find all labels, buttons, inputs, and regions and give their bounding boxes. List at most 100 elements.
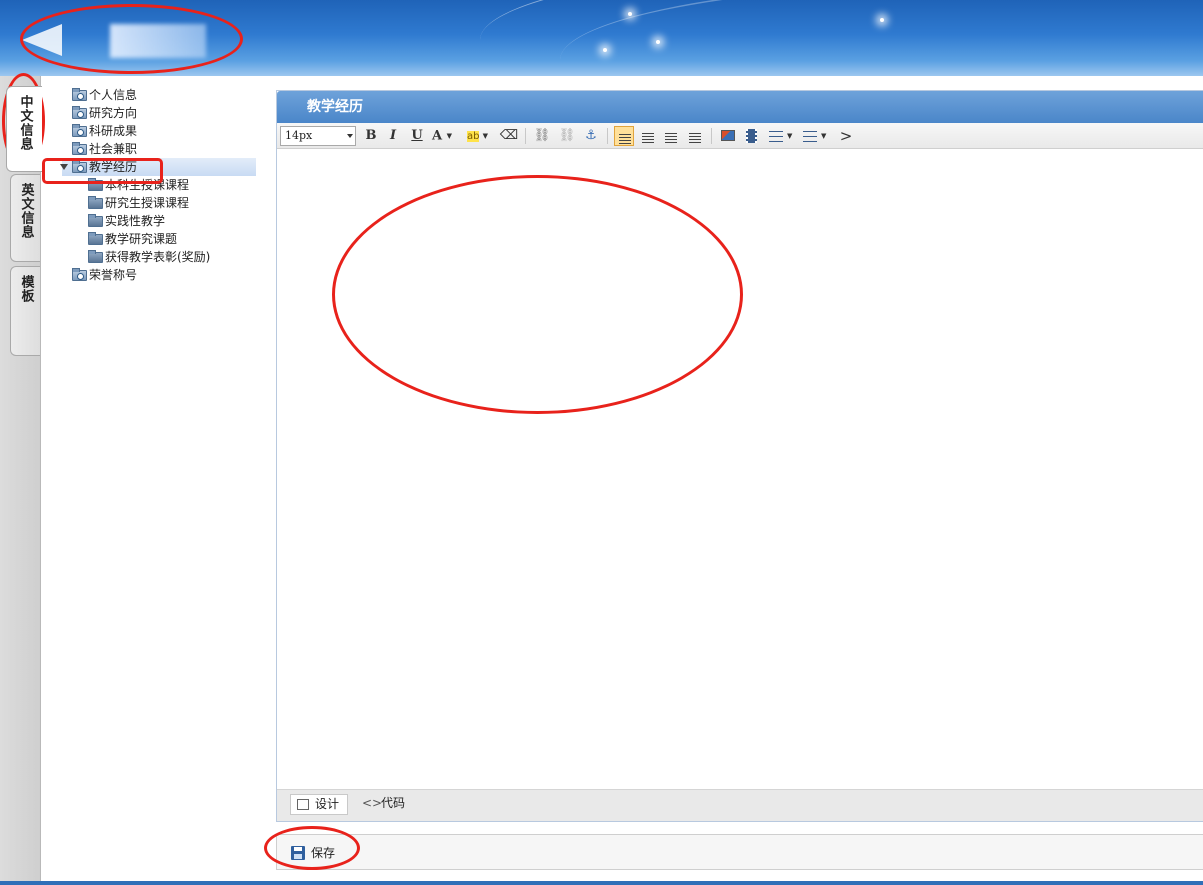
tree-item-label: 获得教学表彰(奖励) bbox=[105, 250, 211, 264]
editor-mode-bar: 设计 <> 代码 bbox=[277, 789, 1203, 821]
mode-label: 设计 bbox=[315, 797, 340, 811]
tree-item-selected[interactable]: 教学经历 bbox=[42, 158, 264, 176]
panel-title: 教学经历 bbox=[277, 91, 1203, 123]
tree-item[interactable]: 个人信息 bbox=[42, 86, 264, 104]
tab-label: 英文信息 bbox=[18, 183, 34, 239]
floppy-disk-icon bbox=[291, 846, 305, 860]
web-folder-icon bbox=[72, 160, 87, 173]
tree-subitem[interactable]: 研究生授课课程 bbox=[42, 194, 264, 212]
bottom-border bbox=[0, 881, 1203, 885]
link-icon[interactable]: ⛓ bbox=[532, 126, 552, 146]
code-icon: <> bbox=[362, 796, 383, 810]
tree-item-label: 本科生授课课程 bbox=[105, 178, 190, 192]
align-right-icon bbox=[665, 133, 677, 143]
tab-english-info[interactable]: 英文信息 bbox=[10, 174, 40, 262]
tree-item[interactable]: 荣誉称号 bbox=[42, 266, 264, 284]
web-folder-icon bbox=[72, 88, 87, 101]
design-icon bbox=[297, 799, 309, 810]
toolbar-divider bbox=[711, 128, 712, 144]
editor-toolbar: 14px B I U A ▼ ab ▼ ⌫ ⛓ ⛓ ⚓ ▼ ▼ > bbox=[277, 123, 1203, 149]
expand-arrow-icon[interactable] bbox=[60, 164, 68, 170]
rich-text-editor[interactable] bbox=[277, 149, 1203, 789]
navigation-tree: 个人信息 研究方向 科研成果 社会兼职 教学经历 本科生授课课程 研究生授课课程… bbox=[42, 86, 264, 284]
underline-button[interactable]: U bbox=[407, 126, 427, 146]
font-size-select[interactable]: 14px bbox=[280, 126, 356, 146]
align-center-icon bbox=[642, 133, 654, 143]
tree-item-label: 实践性教学 bbox=[105, 214, 166, 228]
banner-decoration bbox=[560, 0, 1203, 76]
tree-item-label: 个人信息 bbox=[89, 88, 138, 102]
justify-button[interactable] bbox=[685, 126, 705, 146]
tree-item-label: 教学经历 bbox=[89, 160, 138, 174]
vertical-tab-bar: 中文信息 英文信息 模板 bbox=[0, 76, 42, 885]
action-bar: 保存 bbox=[276, 834, 1203, 870]
bold-button[interactable]: B bbox=[361, 126, 381, 146]
banner-star bbox=[880, 18, 884, 22]
tree-item[interactable]: 科研成果 bbox=[42, 122, 264, 140]
ordered-list-button[interactable]: ▼ bbox=[767, 126, 795, 146]
tree-item-label: 荣誉称号 bbox=[89, 268, 138, 282]
tree-item-label: 研究生授课课程 bbox=[105, 196, 190, 210]
film-icon bbox=[746, 129, 757, 143]
more-tools-button[interactable]: > bbox=[836, 126, 856, 146]
highlight-color-button[interactable]: ab ▼ bbox=[467, 126, 495, 146]
folder-icon bbox=[88, 178, 103, 191]
save-button[interactable]: 保存 bbox=[291, 843, 335, 863]
save-label: 保存 bbox=[311, 846, 336, 860]
toolbar-divider bbox=[525, 128, 526, 144]
tree-item-label: 社会兼职 bbox=[89, 142, 138, 156]
site-logo bbox=[22, 14, 206, 68]
justify-icon bbox=[689, 133, 701, 143]
design-mode-tab[interactable]: 设计 bbox=[290, 794, 349, 815]
logo-arrow-icon bbox=[22, 24, 62, 56]
tree-item-label: 科研成果 bbox=[89, 124, 138, 138]
banner-star bbox=[656, 40, 660, 44]
editor-panel: 教学经历 14px B I U A ▼ ab ▼ ⌫ ⛓ ⛓ ⚓ ▼ ▼ > 设… bbox=[276, 90, 1203, 822]
mode-label: 代码 bbox=[381, 796, 406, 810]
align-left-icon bbox=[619, 134, 631, 144]
font-color-icon: A bbox=[432, 128, 443, 144]
insert-media-button[interactable] bbox=[742, 126, 762, 146]
tree-subitem[interactable]: 教学研究课题 bbox=[42, 230, 264, 248]
tab-chinese-info[interactable]: 中文信息 bbox=[6, 86, 42, 172]
image-icon bbox=[721, 130, 735, 141]
tab-template[interactable]: 模板 bbox=[10, 266, 40, 356]
web-folder-icon bbox=[72, 106, 87, 119]
dropdown-arrow-icon: ▼ bbox=[821, 132, 827, 140]
tree-item[interactable]: 社会兼职 bbox=[42, 140, 264, 158]
tree-subitem[interactable]: 获得教学表彰(奖励) bbox=[42, 248, 264, 266]
tab-label: 模板 bbox=[18, 275, 34, 303]
tree-subitem[interactable]: 本科生授课课程 bbox=[42, 176, 264, 194]
align-right-button[interactable] bbox=[661, 126, 681, 146]
ordered-list-icon bbox=[769, 131, 783, 142]
bullet-list-button[interactable]: ▼ bbox=[801, 126, 829, 146]
header-banner bbox=[0, 0, 1203, 76]
code-mode-tab[interactable]: <> 代码 bbox=[357, 794, 413, 815]
folder-icon bbox=[88, 196, 103, 209]
font-size-value: 14px bbox=[285, 129, 313, 142]
align-center-button[interactable] bbox=[638, 126, 658, 146]
web-folder-icon bbox=[72, 124, 87, 137]
tree-subitem[interactable]: 实践性教学 bbox=[42, 212, 264, 230]
bullet-list-icon bbox=[803, 131, 817, 142]
unlink-icon[interactable]: ⛓ bbox=[557, 126, 577, 146]
italic-button[interactable]: I bbox=[383, 126, 403, 146]
align-left-button[interactable] bbox=[614, 126, 634, 146]
highlight-icon: ab bbox=[467, 131, 480, 142]
folder-icon bbox=[88, 250, 103, 263]
banner-star bbox=[603, 48, 607, 52]
tree-item-label: 研究方向 bbox=[89, 106, 138, 120]
folder-icon bbox=[88, 214, 103, 227]
logo-text-blurred bbox=[110, 24, 206, 58]
anchor-icon[interactable]: ⚓ bbox=[581, 126, 601, 146]
insert-image-button[interactable] bbox=[718, 126, 738, 146]
banner-star bbox=[628, 12, 632, 16]
folder-icon bbox=[88, 232, 103, 245]
tree-item[interactable]: 研究方向 bbox=[42, 104, 264, 122]
tree-item-label: 教学研究课题 bbox=[105, 232, 178, 246]
chevron-down-icon bbox=[347, 134, 353, 138]
toolbar-divider bbox=[607, 128, 608, 144]
eraser-icon[interactable]: ⌫ bbox=[499, 126, 519, 146]
font-color-button[interactable]: A ▼ bbox=[432, 126, 460, 146]
web-folder-icon bbox=[72, 142, 87, 155]
